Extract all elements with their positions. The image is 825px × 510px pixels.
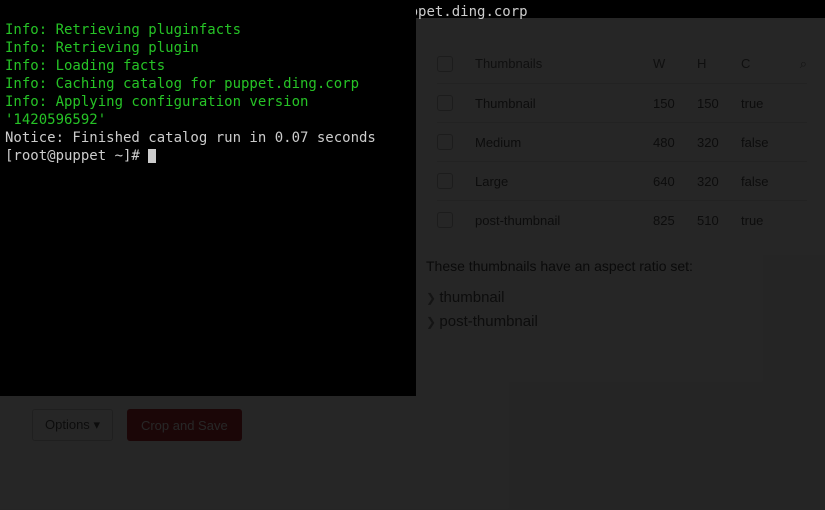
col-w: W (653, 56, 697, 71)
aspect-ratio-list: thumbnail post-thumbnail (426, 286, 538, 334)
table-row[interactable]: Medium 480 320 false (437, 122, 807, 161)
terminal-prompt-line: [root@puppet ~]# (5, 147, 411, 165)
aspect-item[interactable]: thumbnail (426, 286, 538, 310)
terminal-line: Info: Retrieving plugin (5, 39, 411, 57)
cell-c: true (741, 96, 785, 111)
row-checkbox[interactable] (437, 95, 453, 111)
options-button[interactable]: Options ▾ (32, 409, 113, 441)
row-checkbox[interactable] (437, 173, 453, 189)
table-row[interactable]: Large 640 320 false (437, 161, 807, 200)
row-checkbox[interactable] (437, 134, 453, 150)
prompt: [root@puppet ~]# (5, 148, 148, 164)
cursor (148, 149, 156, 163)
cell-c: false (741, 174, 785, 189)
col-name: Thumbnails (475, 56, 653, 71)
col-c: C (741, 56, 785, 71)
search-icon[interactable]: ⌕ (785, 56, 807, 72)
crop-save-button[interactable]: Crop and Save (127, 409, 242, 441)
select-all-checkbox[interactable] (437, 56, 453, 72)
cell-w: 825 (653, 213, 697, 228)
col-h: H (697, 56, 741, 71)
terminal-line: Info: Applying configuration version '14… (5, 93, 411, 129)
thumbnails-table: Thumbnails W H C ⌕ Thumbnail 150 150 tru… (437, 44, 807, 239)
cell-name: Large (475, 174, 653, 189)
table-row[interactable]: Thumbnail 150 150 true (437, 83, 807, 122)
aspect-item[interactable]: post-thumbnail (426, 310, 538, 334)
aspect-ratio-heading: These thumbnails have an aspect ratio se… (426, 258, 693, 274)
button-bar: Options ▾ Crop and Save (32, 409, 242, 441)
cell-h: 320 (697, 174, 741, 189)
cell-name: Thumbnail (475, 96, 653, 111)
cell-c: true (741, 213, 785, 228)
caret-down-icon: ▾ (93, 417, 100, 432)
terminal-line: Info: Retrieving pluginfacts (5, 21, 411, 39)
cell-h: 150 (697, 96, 741, 111)
terminal-window[interactable]: Info: Retrieving pluginfacts Info: Retri… (0, 0, 416, 396)
table-row[interactable]: post-thumbnail 825 510 true (437, 200, 807, 239)
cell-h: 320 (697, 135, 741, 150)
terminal-line-notice: Notice: Finished catalog run in 0.07 sec… (5, 129, 411, 147)
cell-w: 480 (653, 135, 697, 150)
cell-c: false (741, 135, 785, 150)
terminal-line: Info: Caching catalog for puppet.ding.co… (5, 75, 411, 93)
terminal-line: Info: Loading facts (5, 57, 411, 75)
cell-name: post-thumbnail (475, 213, 653, 228)
cell-w: 150 (653, 96, 697, 111)
row-checkbox[interactable] (437, 212, 453, 228)
cell-h: 510 (697, 213, 741, 228)
cell-name: Medium (475, 135, 653, 150)
table-header-row: Thumbnails W H C ⌕ (437, 44, 807, 83)
cell-w: 640 (653, 174, 697, 189)
